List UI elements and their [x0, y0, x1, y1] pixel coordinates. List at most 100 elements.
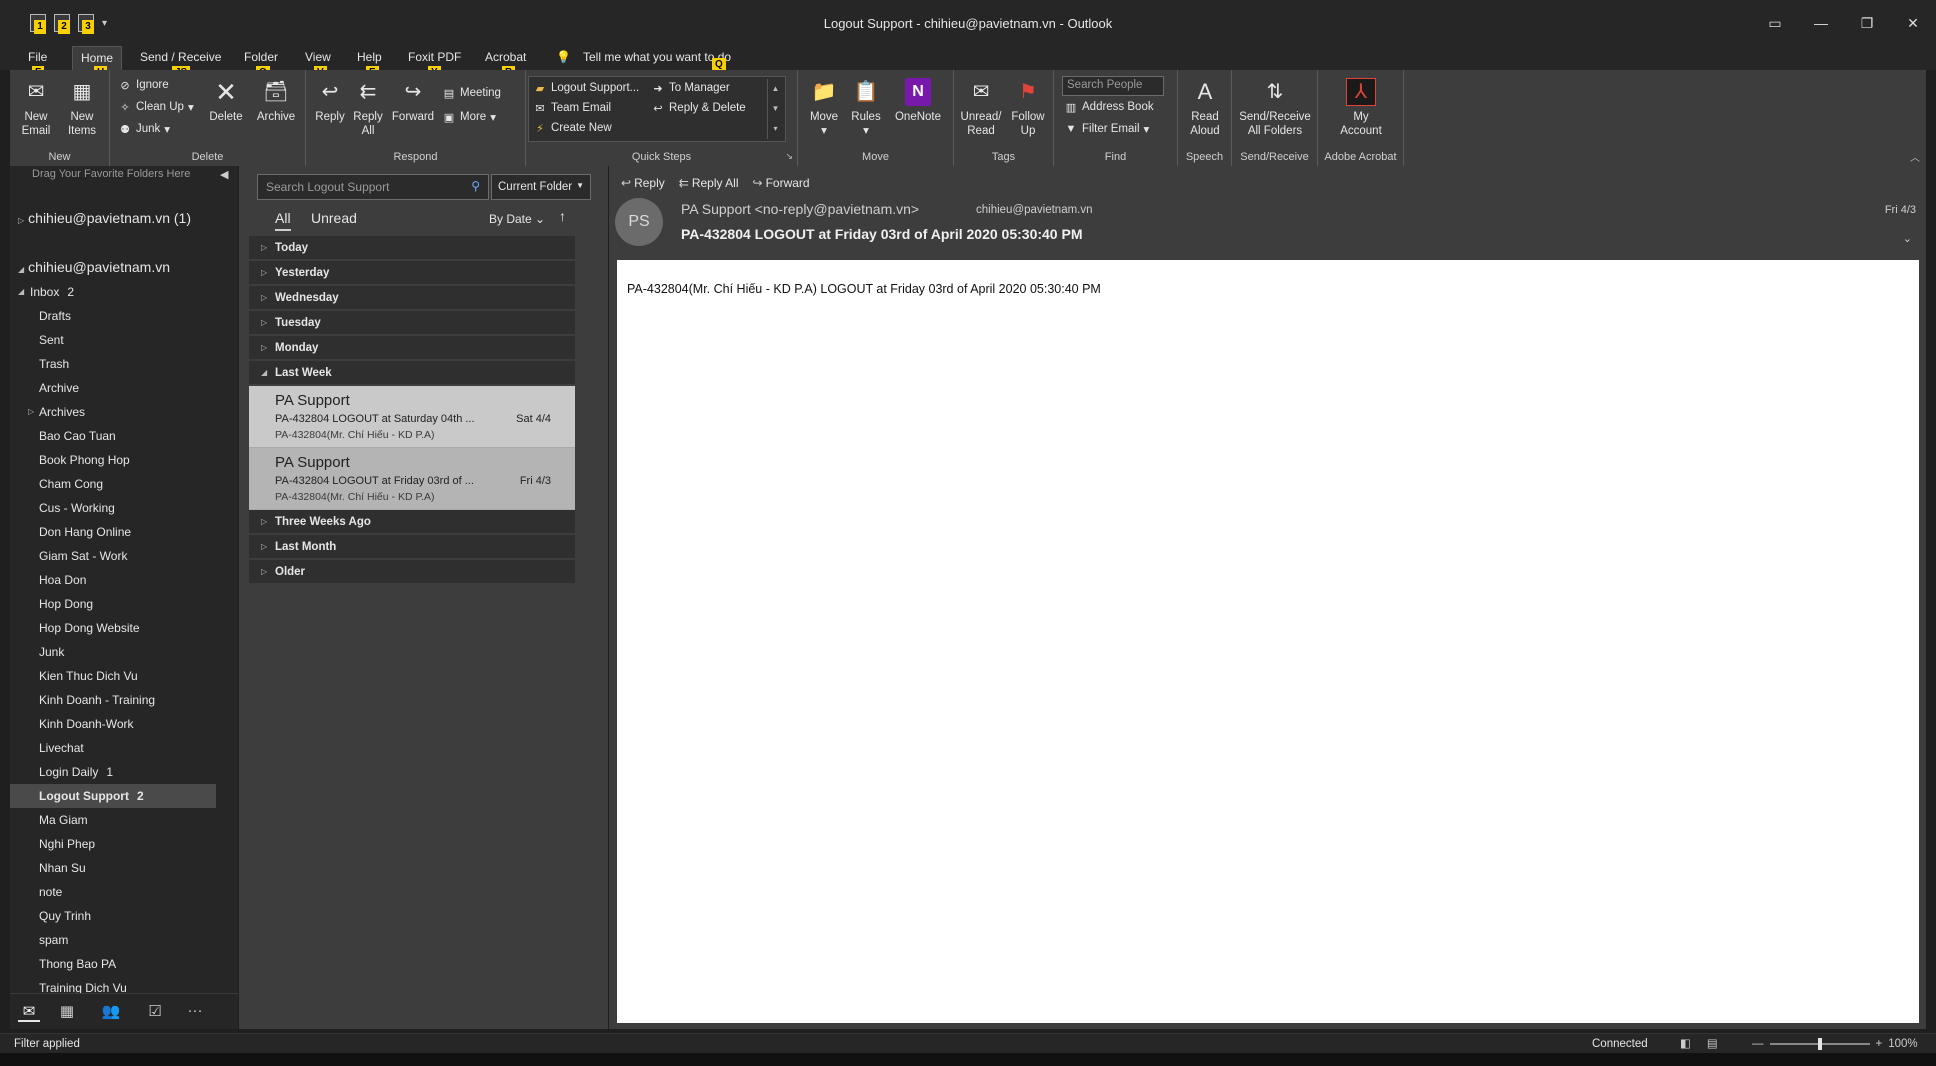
search-people-input[interactable]: Search People	[1062, 76, 1164, 96]
follow-up-button[interactable]: ⚑ Follow Up	[1006, 78, 1050, 138]
more-apps-icon[interactable]: ···	[184, 1002, 206, 1022]
folder-item[interactable]: Livechat	[10, 736, 216, 760]
zoom-out-icon[interactable]: —	[1752, 1038, 1764, 1050]
folder-item[interactable]: Quy Trinh	[10, 904, 216, 928]
quicksteps-launcher-icon[interactable]: ↘	[785, 151, 793, 162]
folder-item[interactable]: Bao Cao Tuan	[10, 424, 216, 448]
reply-button[interactable]: ↩ Reply	[312, 78, 348, 124]
group-header[interactable]: ▷ Monday	[249, 336, 575, 360]
folder-item[interactable]: ▷ Archives	[10, 400, 216, 424]
quickstep-logout-support[interactable]: ▰ Logout Support...	[533, 81, 639, 95]
folder-inbox[interactable]: ◢ Inbox 2	[10, 280, 216, 304]
group-header[interactable]: ▷ Older	[249, 560, 575, 584]
folder-item[interactable]: note	[10, 880, 216, 904]
search-mailbox-input[interactable]: Search Logout Support ⚲	[257, 174, 489, 200]
qat-customize-icon[interactable]: ▾	[102, 18, 107, 29]
group-header[interactable]: ▷ Three Weeks Ago	[249, 510, 575, 534]
tasks-icon[interactable]: ☑	[144, 1002, 166, 1022]
address-book-button[interactable]: ▥ Address Book	[1064, 100, 1154, 114]
filter-all-tab[interactable]: All	[275, 210, 291, 231]
unread-read-button[interactable]: ✉ Unread/ Read	[958, 78, 1004, 138]
folder-item[interactable]: Ma Giam	[10, 808, 216, 832]
send-receive-all-button[interactable]: ⇅ Send/Receive All Folders	[1234, 78, 1316, 138]
folder-item[interactable]: Kinh Doanh - Training	[10, 688, 216, 712]
reply-all-action[interactable]: ⇇ Reply All	[679, 176, 739, 190]
ribbon-display-icon[interactable]: ▭	[1752, 0, 1798, 46]
tab-acrobat[interactable]: Acrobat	[485, 50, 526, 64]
tab-view[interactable]: View	[305, 50, 331, 64]
search-scope-dropdown[interactable]: Current Folder ▼	[491, 174, 591, 200]
folder-item[interactable]: Nhan Su	[10, 856, 216, 880]
folder-item[interactable]: Archive	[10, 376, 216, 400]
quickstep-create-new[interactable]: ⚡ Create New	[533, 121, 612, 135]
ignore-button[interactable]: ⊘ Ignore	[118, 78, 168, 92]
folder-item[interactable]: Don Hang Online	[10, 520, 216, 544]
zoom-slider[interactable]	[1769, 1038, 1870, 1050]
sort-direction-icon[interactable]: ↑	[559, 208, 566, 224]
quicksteps-scroll[interactable]: ▲ ▼ ▾	[767, 79, 783, 139]
account-expanded[interactable]: ◢ chihieu@pavietnam.vn	[18, 259, 170, 275]
list-item-selected[interactable]: PA Support PA-432804 LOGOUT at Friday 03…	[249, 448, 575, 510]
quickstep-team-email[interactable]: ✉ Team Email	[533, 101, 611, 115]
folder-item[interactable]: spam	[10, 928, 216, 952]
folder-item[interactable]: Hoa Don	[10, 568, 216, 592]
group-header[interactable]: ▷ Wednesday	[249, 286, 575, 310]
folder-item[interactable]: Kinh Doanh-Work	[10, 712, 216, 736]
forward-action[interactable]: ↪ Forward	[753, 176, 810, 190]
restore-button[interactable]: ❐	[1844, 0, 1890, 46]
folder-item[interactable]: Training Dich Vu	[10, 976, 216, 993]
archive-button[interactable]: 🗃 Archive	[252, 78, 300, 124]
folder-item[interactable]: Login Daily 1	[10, 760, 216, 784]
folder-item[interactable]: Trash	[10, 352, 216, 376]
tab-foxit-pdf[interactable]: Foxit PDF	[408, 50, 461, 64]
onenote-button[interactable]: N OneNote	[888, 78, 948, 124]
folder-item[interactable]: Drafts	[10, 304, 216, 328]
zoom-level[interactable]: 100%	[1888, 1038, 1917, 1050]
folder-item[interactable]: Sent	[10, 328, 216, 352]
zoom-in-icon[interactable]: +	[1876, 1038, 1883, 1050]
folder-item[interactable]: Giam Sat - Work	[10, 544, 216, 568]
folder-item[interactable]: Cham Cong	[10, 472, 216, 496]
cleanup-button[interactable]: ✧ Clean Up ▾	[118, 100, 193, 114]
close-button[interactable]: ✕	[1890, 0, 1936, 46]
tab-folder[interactable]: Folder	[244, 50, 278, 64]
sender-address[interactable]: PA Support <no-reply@pavietnam.vn>	[681, 201, 919, 217]
qat-save-icon[interactable]: 1	[30, 14, 46, 34]
tab-help[interactable]: Help	[357, 50, 382, 64]
tab-send-receive[interactable]: Send / Receive	[140, 50, 221, 64]
folder-item[interactable]: Kien Thuc Dich Vu	[10, 664, 216, 688]
quickstep-reply-delete[interactable]: ↩ Reply & Delete	[651, 101, 745, 115]
zoom-slider-knob[interactable]	[1817, 1038, 1822, 1050]
filter-email-button[interactable]: ▼ Filter Email ▾	[1064, 122, 1150, 136]
quickstep-to-manager[interactable]: ➜ To Manager	[651, 81, 729, 95]
collapse-ribbon-icon[interactable]: ︿	[1910, 149, 1920, 164]
group-header[interactable]: ▷ Tuesday	[249, 311, 575, 335]
rules-button[interactable]: 📋 Rules ▾	[846, 78, 886, 138]
more-button[interactable]: ▣ More ▾	[442, 110, 496, 124]
reading-view-icon[interactable]: ▤	[1707, 1036, 1718, 1050]
people-icon[interactable]: 👥	[100, 1002, 122, 1022]
search-icon[interactable]: ⚲	[471, 179, 480, 193]
collapse-folder-pane-icon[interactable]: ◀	[220, 168, 228, 181]
folder-item[interactable]: Logout Support 2	[10, 784, 216, 808]
mail-icon[interactable]: ✉	[18, 1002, 40, 1022]
tab-file[interactable]: File	[28, 50, 47, 64]
filter-unread-tab[interactable]: Unread	[311, 210, 357, 226]
move-button[interactable]: 📁 Move ▾	[804, 78, 844, 138]
qat-sendreceive-icon[interactable]: 3	[78, 14, 94, 34]
folder-item[interactable]: Cus - Working	[10, 496, 216, 520]
group-header[interactable]: ▷ Yesterday	[249, 261, 575, 285]
recipient-address[interactable]: chihieu@pavietnam.vn	[976, 204, 1093, 216]
new-email-button[interactable]: ✉ New Email	[16, 78, 56, 138]
list-item[interactable]: PA Support PA-432804 LOGOUT at Saturday …	[249, 386, 575, 448]
folder-item[interactable]: Thong Bao PA	[10, 952, 216, 976]
group-header-last-week[interactable]: ◢ Last Week	[249, 361, 575, 385]
folder-item[interactable]: Junk	[10, 640, 216, 664]
junk-button[interactable]: ⚉ Junk ▾	[118, 122, 170, 136]
account-collapsed[interactable]: ▷ chihieu@pavietnam.vn (1)	[18, 210, 191, 226]
folder-item[interactable]: Nghi Phep	[10, 832, 216, 856]
folder-item[interactable]: Hop Dong Website	[10, 616, 216, 640]
forward-button[interactable]: ↪ Forward	[390, 78, 436, 124]
avatar[interactable]: PS	[615, 198, 663, 246]
reply-all-button[interactable]: ⇇ Reply All	[350, 78, 386, 138]
